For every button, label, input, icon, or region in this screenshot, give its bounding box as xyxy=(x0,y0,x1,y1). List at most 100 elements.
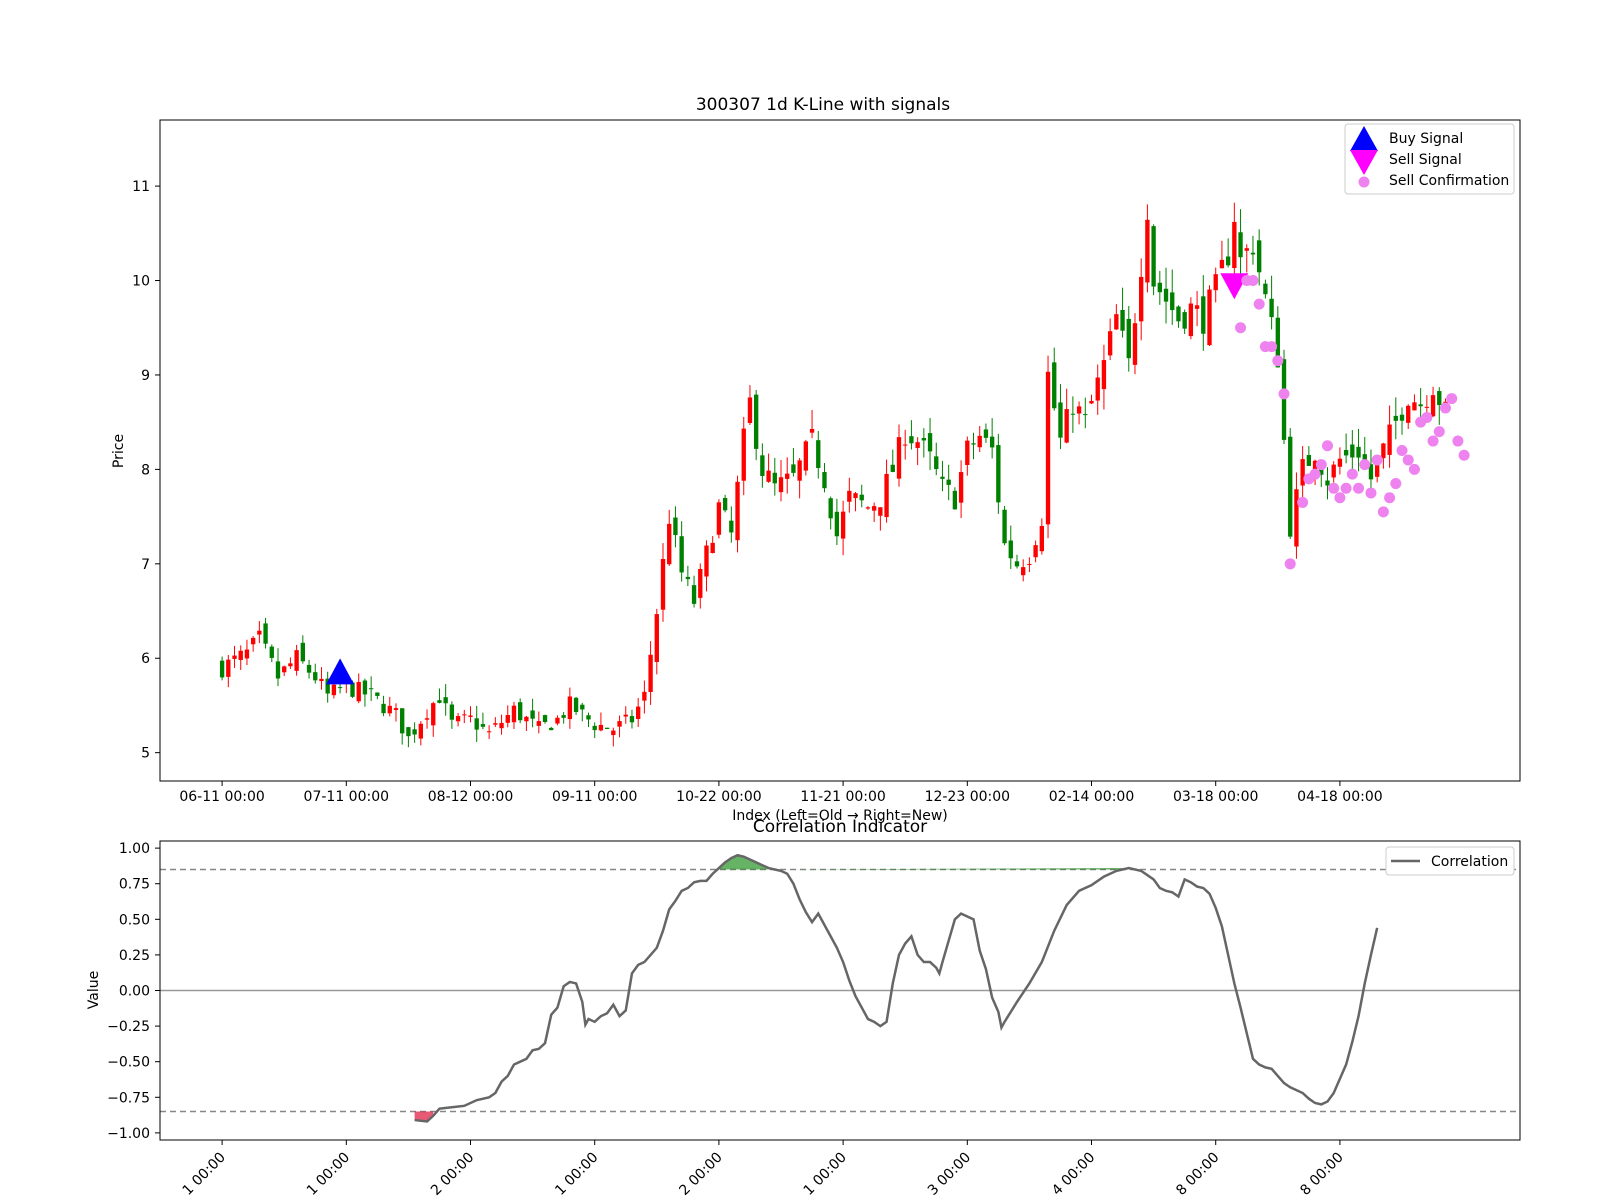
candle-body xyxy=(1269,298,1274,318)
sell-confirmation-marker xyxy=(1452,435,1464,447)
correlation-y-tick-label: 0.50 xyxy=(119,912,150,928)
candle-body xyxy=(455,716,461,722)
candle-body xyxy=(660,558,666,610)
candle-body xyxy=(1306,455,1312,466)
kline-y-tick-label: 9 xyxy=(141,368,150,384)
candle-body xyxy=(1194,305,1200,309)
candle-body xyxy=(1083,414,1088,416)
kline-x-tick-label: 06-11 00:00 xyxy=(179,789,264,805)
candle-body xyxy=(828,498,833,519)
kline-x-tick-label: 02-14 00:00 xyxy=(1049,789,1134,805)
sell-confirmation-marker xyxy=(1439,402,1451,414)
candle-body xyxy=(468,715,473,717)
sell-confirmation-marker xyxy=(1408,463,1420,475)
correlation-x-tick-label: 8 00:00 xyxy=(1297,1150,1346,1199)
sell-confirmation-marker xyxy=(1421,411,1433,423)
candle-body xyxy=(505,714,510,723)
kline-x-tick-label: 07-11 00:00 xyxy=(304,789,389,805)
candle-body xyxy=(803,441,809,471)
candle-body xyxy=(685,576,691,580)
candle-body xyxy=(1213,274,1218,291)
legend-entry-buy: Buy Signal xyxy=(1389,131,1463,147)
candle-body xyxy=(654,614,659,662)
candle-body xyxy=(710,542,715,554)
candle-body xyxy=(1350,444,1355,458)
candle-body xyxy=(983,429,989,438)
candle-body xyxy=(629,716,635,723)
candle-body xyxy=(387,705,392,714)
kline-x-tick-label: 04-18 00:00 xyxy=(1297,789,1382,805)
candle-body xyxy=(903,444,908,446)
sell-confirmation-marker xyxy=(1353,482,1365,494)
candle-body xyxy=(288,663,293,667)
candle-body xyxy=(493,723,498,725)
candle-body xyxy=(1139,276,1144,322)
sell-confirmation-marker xyxy=(1328,482,1340,494)
candle-body xyxy=(1430,395,1436,417)
candle-body xyxy=(729,520,734,533)
candle-body xyxy=(1343,449,1349,456)
sell-confirmation-marker xyxy=(1247,275,1259,287)
correlation-y-tick-label: −1.00 xyxy=(107,1126,150,1142)
candle-body xyxy=(362,680,368,695)
candle-body xyxy=(816,440,821,469)
candle-body xyxy=(741,428,746,481)
sell-confirmation-legend-icon xyxy=(1358,176,1370,188)
kline-y-tick-label: 11 xyxy=(132,179,150,195)
candle-body xyxy=(437,700,442,703)
candle-body xyxy=(791,464,796,473)
candle-body xyxy=(1021,567,1026,576)
candle-body xyxy=(996,445,1001,503)
candle-body xyxy=(300,642,306,662)
sell-confirmation-marker xyxy=(1377,506,1389,518)
candle-body xyxy=(878,507,883,516)
candle-body xyxy=(555,717,560,724)
candle-body xyxy=(331,684,337,696)
candle-body xyxy=(1039,525,1044,552)
correlation-x-tick-label: 1 00:00 xyxy=(180,1150,229,1199)
correlation-x-ticks: 1 00:00 1 00:00 2 00:00 1 00:00 2 00:00 1 00:… xyxy=(180,1140,1347,1199)
candle-body xyxy=(1014,561,1020,567)
candle-body xyxy=(691,585,697,604)
candle-body xyxy=(257,630,262,635)
candle-body xyxy=(337,687,343,689)
kline-y-label: Price xyxy=(111,434,127,468)
candle-body xyxy=(232,655,237,659)
candle-body xyxy=(847,490,852,502)
kline-x-tick-label: 10-22 00:00 xyxy=(676,789,761,805)
candle-body xyxy=(1387,424,1392,455)
candle-body xyxy=(1126,318,1131,359)
candle-body xyxy=(449,704,455,720)
legend-entry-correlation: Correlation xyxy=(1431,854,1508,870)
candle-body xyxy=(536,721,541,726)
sell-confirmation-marker xyxy=(1396,445,1408,456)
candle-body xyxy=(673,517,678,536)
candle-body xyxy=(573,697,579,713)
candle-body xyxy=(431,703,436,726)
candle-body xyxy=(636,706,641,719)
candle-body xyxy=(518,702,523,721)
kline-y-tick-label: 6 xyxy=(141,651,150,667)
candle-body xyxy=(1424,406,1430,408)
candle-body xyxy=(1157,282,1162,293)
candle-body xyxy=(1120,309,1125,331)
correlation-x-tick-label: 2 00:00 xyxy=(428,1150,477,1199)
candle-body xyxy=(766,470,771,482)
correlation-plot-area xyxy=(160,853,1520,1123)
candle-body xyxy=(1132,323,1138,365)
candle-body xyxy=(1101,360,1107,390)
candle-body xyxy=(1045,371,1051,525)
candle-body xyxy=(865,507,871,509)
candle-body xyxy=(840,511,846,539)
candle-body xyxy=(1337,458,1343,467)
candle-body xyxy=(679,536,684,573)
kline-y-ticks: 5 6 7 8 9 10 11 xyxy=(132,179,160,762)
candle-body xyxy=(375,692,380,696)
candle-body xyxy=(747,397,753,423)
candle-body xyxy=(443,697,448,704)
candle-body xyxy=(418,723,423,739)
candle-body xyxy=(598,724,604,731)
candle-body xyxy=(1033,545,1038,558)
candle-body xyxy=(1412,402,1417,411)
candle-body xyxy=(915,442,920,448)
